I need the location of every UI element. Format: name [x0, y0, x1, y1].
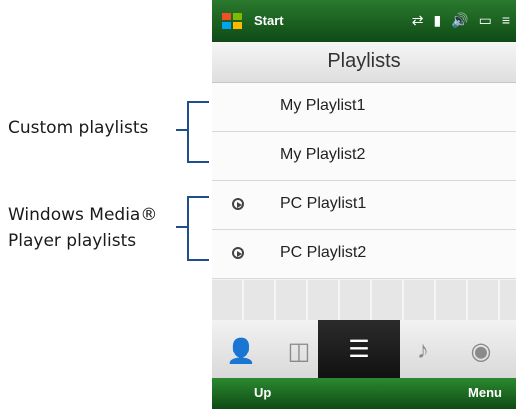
windows-flag-icon[interactable]: [222, 13, 242, 29]
playlist-label: My Playlist1: [280, 97, 366, 114]
playlist-label: My Playlist2: [280, 146, 366, 163]
status-bar: Start ⇄ ▮ 🔊 ▭ ≡: [212, 0, 516, 42]
playlist-label: PC Playlist1: [280, 195, 367, 212]
status-icons: ⇄ ▮ 🔊 ▭ ≡: [412, 12, 510, 29]
custom-playlists-callout: Custom playlists: [8, 118, 149, 138]
wmp-callout-bracket: [187, 196, 209, 261]
music-note-icon: ♪: [417, 337, 429, 364]
tab-playlists[interactable]: ☰: [318, 320, 400, 378]
wmp-callout-line2: Player playlists: [8, 231, 137, 251]
phone-screen: Start ⇄ ▮ 🔊 ▭ ≡ Playlists My Playlist1 M…: [212, 0, 516, 409]
play-icon: [232, 198, 244, 210]
sync-icon: ⇄: [411, 12, 424, 28]
wmp-playlists-callout: Windows Media® Player playlists: [8, 202, 157, 254]
playlist-item-pc-playlist2[interactable]: PC Playlist2: [212, 230, 516, 279]
playlist-item-my-playlist2[interactable]: My Playlist2: [212, 132, 516, 181]
volume-icon: 🔊: [451, 12, 469, 28]
tab-artists[interactable]: 👤: [218, 328, 264, 374]
wmp-callout-line1: Windows Media®: [8, 205, 158, 225]
disc-icon: ◉: [470, 337, 492, 365]
start-label[interactable]: Start: [254, 13, 284, 28]
person-icon: 👤: [226, 337, 256, 365]
menu-icon[interactable]: ≡: [502, 12, 510, 29]
background-floor: [212, 280, 516, 320]
custom-callout-bracket: [187, 101, 209, 163]
signal-icon: ▮: [433, 12, 442, 28]
tab-albums[interactable]: ◫: [276, 328, 322, 374]
up-softkey[interactable]: Up: [254, 385, 271, 400]
play-icon: [232, 247, 244, 259]
page-title: Playlists: [327, 50, 401, 72]
battery-icon: ▭: [478, 12, 492, 28]
playlist-item-my-playlist1[interactable]: My Playlist1: [212, 83, 516, 132]
menu-softkey[interactable]: Menu: [468, 385, 502, 400]
playlist-item-pc-playlist1[interactable]: PC Playlist1: [212, 181, 516, 230]
tab-bar: 👤 ◫ ☰ ♪ ◉: [212, 320, 516, 378]
playlist-list: My Playlist1 My Playlist2 PC Playlist1 P…: [212, 83, 516, 279]
playlist-icon: ☰: [348, 335, 370, 363]
cd-icon: ◫: [287, 337, 311, 365]
tab-songs[interactable]: ♪: [400, 328, 446, 374]
tab-genre[interactable]: ◉: [458, 328, 504, 374]
playlist-label: PC Playlist2: [280, 244, 367, 261]
title-bar: Playlists: [212, 42, 516, 83]
softkey-bar: Up Menu: [212, 378, 516, 409]
